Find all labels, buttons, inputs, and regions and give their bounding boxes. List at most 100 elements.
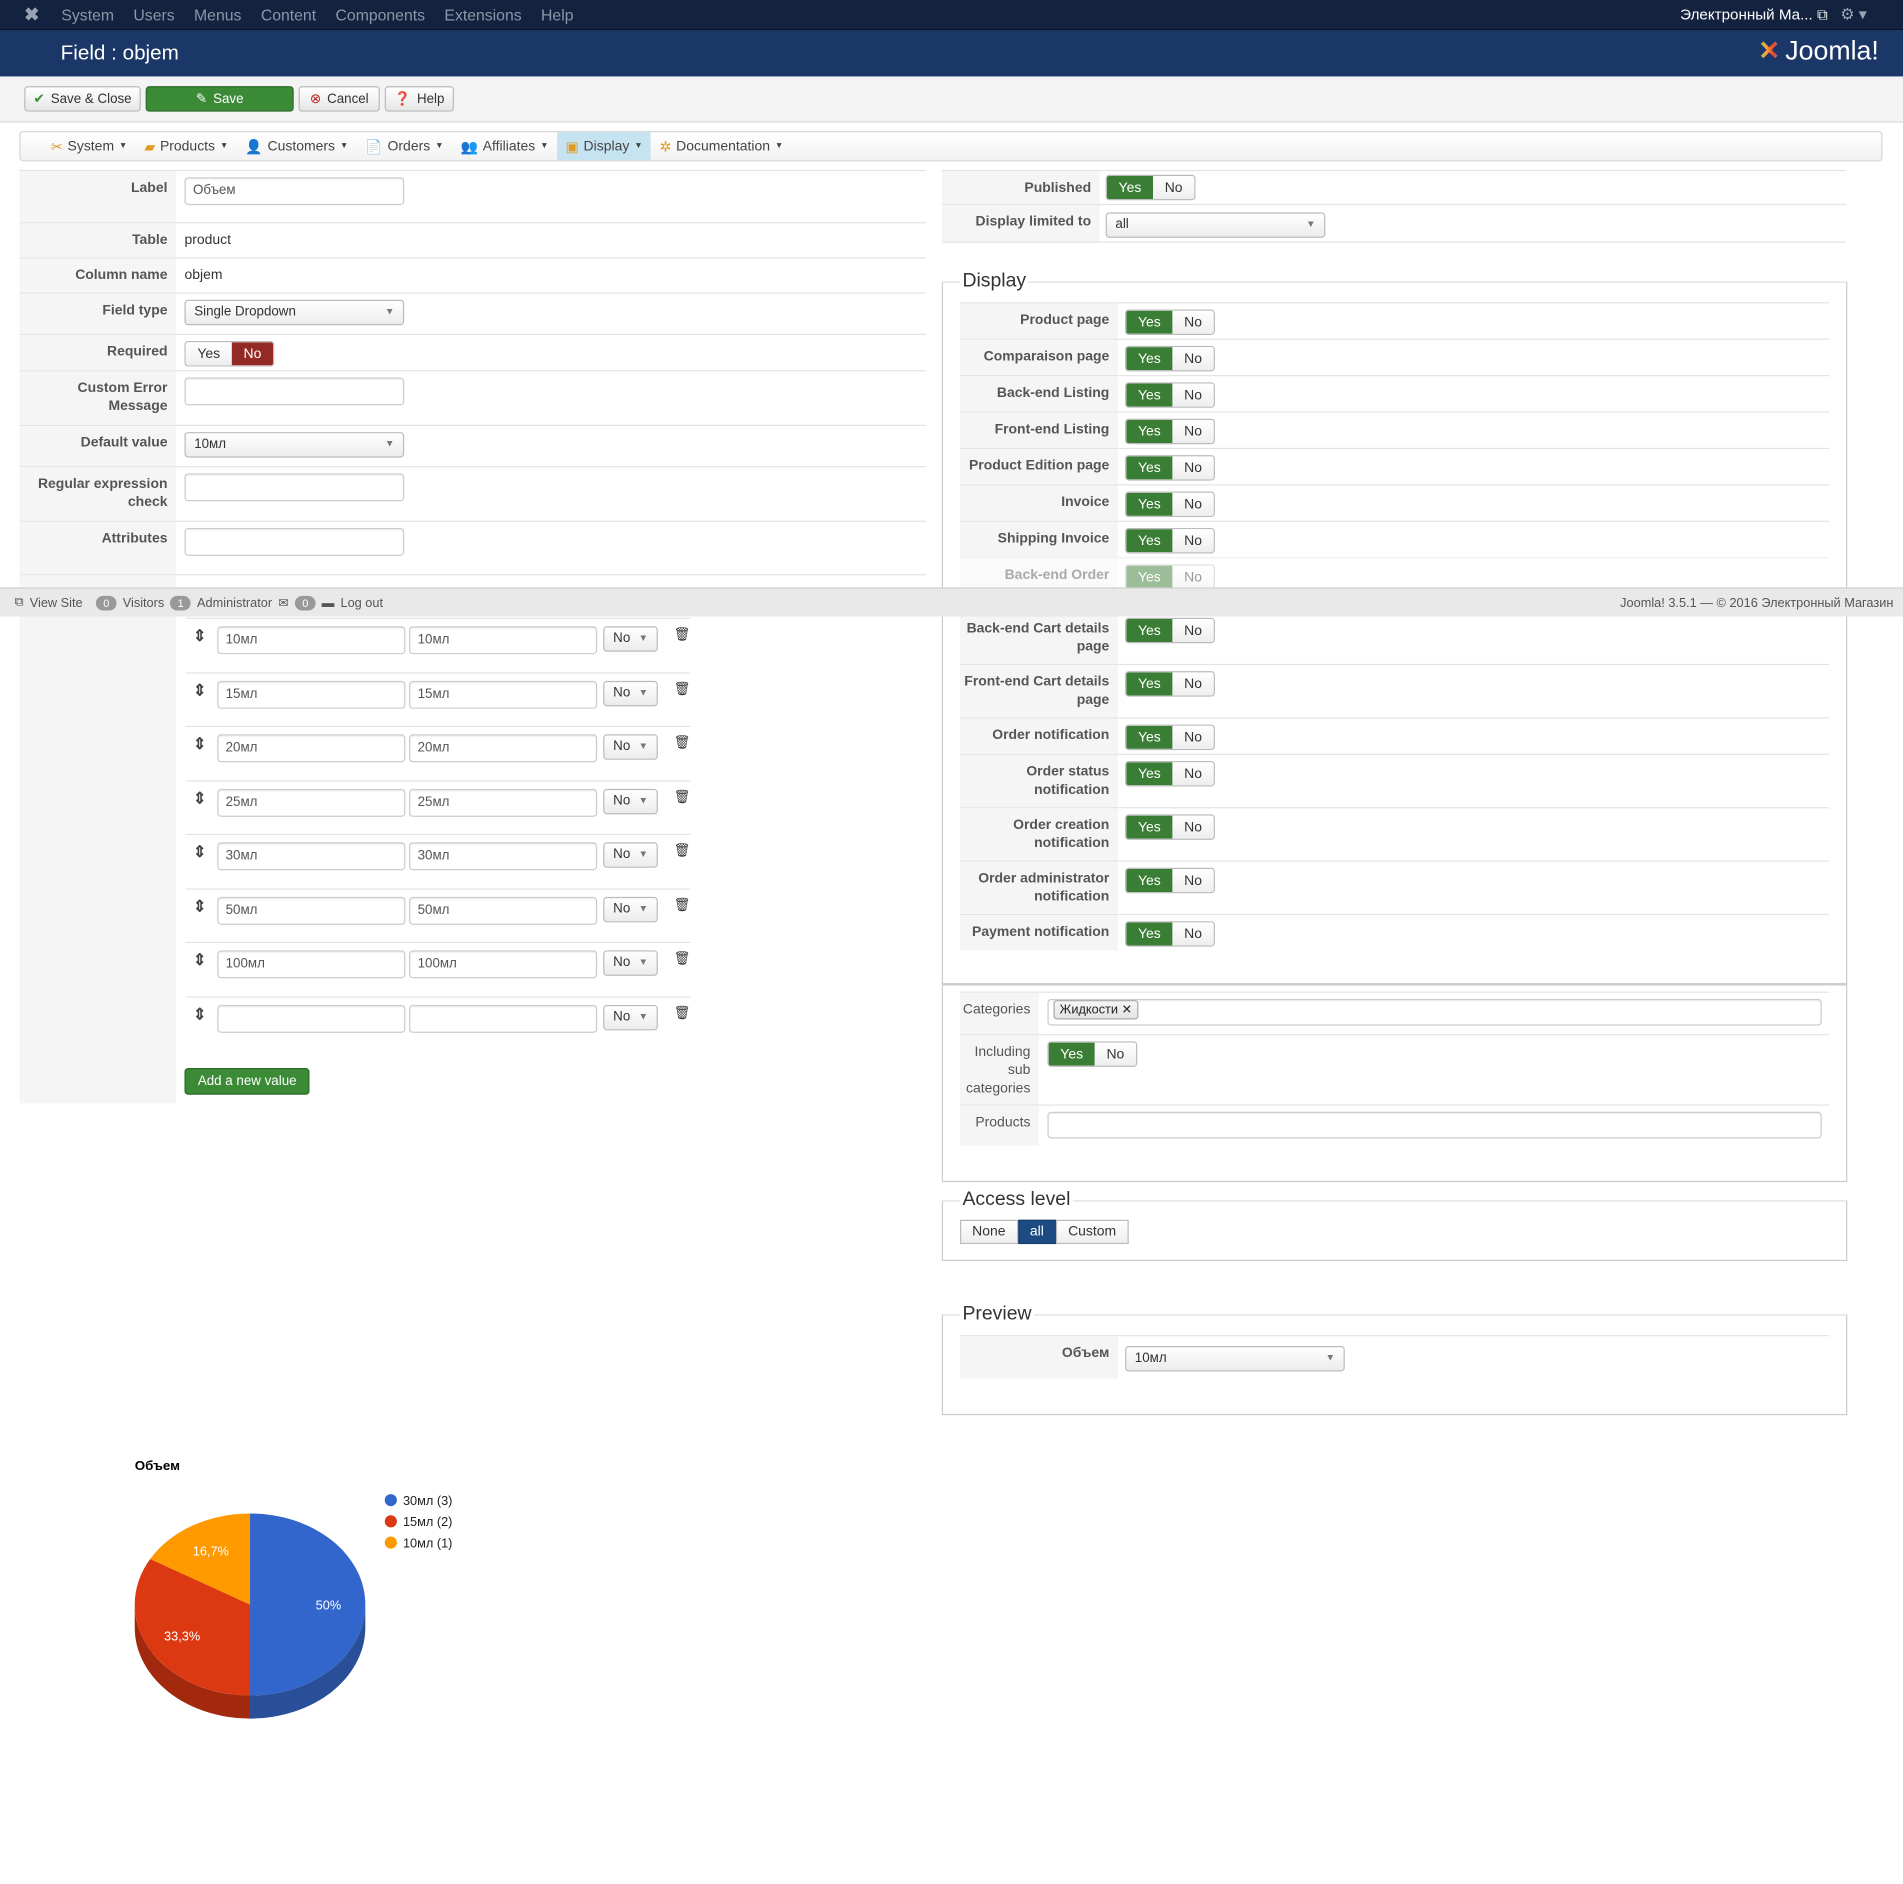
toggle-no[interactable]: No: [1172, 456, 1214, 480]
top-menu-help[interactable]: Help: [541, 5, 573, 23]
display-toggle[interactable]: Yes No: [1125, 760, 1215, 787]
toggle-yes[interactable]: Yes: [1126, 383, 1173, 407]
toggle-no[interactable]: No: [1172, 922, 1214, 946]
disabled-select[interactable]: No ▼: [603, 950, 658, 976]
toggle-yes[interactable]: Yes: [1126, 310, 1173, 334]
view-site-link[interactable]: View Site: [30, 595, 83, 610]
value-input[interactable]: 10мл: [217, 626, 406, 655]
published-no[interactable]: No: [1153, 175, 1195, 200]
title-input[interactable]: 50мл: [409, 896, 598, 925]
limited-select[interactable]: all ▼: [1105, 212, 1326, 238]
site-link[interactable]: Электронный Ма... ⧉: [1680, 6, 1828, 24]
title-input[interactable]: 10мл: [409, 626, 598, 655]
trash-icon[interactable]: 🗑: [674, 734, 691, 751]
categories-input[interactable]: Жидкости ✕: [1047, 998, 1822, 1026]
display-toggle[interactable]: Yes No: [1125, 867, 1215, 894]
save-close-button[interactable]: ✔ Save & Close: [24, 86, 141, 112]
drag-handle-icon[interactable]: ⇕: [193, 626, 214, 645]
trash-icon[interactable]: 🗑: [674, 950, 691, 967]
title-input[interactable]: 25мл: [409, 788, 598, 817]
drag-handle-icon[interactable]: ⇕: [193, 896, 214, 915]
toggle-no[interactable]: No: [1172, 529, 1214, 553]
display-toggle[interactable]: Yes No: [1125, 617, 1215, 644]
required-yes[interactable]: Yes: [185, 342, 232, 366]
drag-handle-icon[interactable]: ⇕: [193, 734, 214, 753]
submenu-affiliates[interactable]: 👥 Affiliates ▼: [452, 132, 557, 160]
toggle-yes[interactable]: Yes: [1126, 618, 1173, 643]
submenu-display[interactable]: ▣ Display ▼: [557, 132, 652, 161]
title-input[interactable]: 15мл: [409, 680, 598, 709]
toggle-no[interactable]: No: [1172, 869, 1214, 893]
drag-handle-icon[interactable]: ⇕: [193, 842, 214, 861]
submenu-orders[interactable]: 📄 Orders ▼: [357, 132, 452, 160]
joomla-icon[interactable]: ✖: [24, 4, 39, 26]
products-input[interactable]: [1047, 1111, 1822, 1139]
display-toggle[interactable]: Yes No: [1125, 724, 1215, 751]
drag-handle-icon[interactable]: ⇕: [193, 680, 214, 699]
top-menu-users[interactable]: Users: [133, 5, 174, 23]
required-toggle[interactable]: Yes No: [184, 341, 275, 367]
help-button[interactable]: ❓ Help: [384, 86, 454, 112]
toggle-yes[interactable]: Yes: [1126, 869, 1173, 893]
toggle-yes[interactable]: Yes: [1126, 725, 1173, 749]
toggle-no[interactable]: No: [1172, 383, 1214, 407]
value-input[interactable]: 100мл: [217, 950, 406, 979]
sub-yes[interactable]: Yes: [1048, 1042, 1095, 1066]
toggle-no[interactable]: No: [1172, 762, 1214, 786]
value-input[interactable]: 15мл: [217, 680, 406, 709]
toggle-yes[interactable]: Yes: [1126, 565, 1173, 589]
title-input[interactable]: 30мл: [409, 842, 598, 871]
disabled-select[interactable]: No ▼: [603, 734, 658, 760]
display-toggle[interactable]: Yes No: [1125, 564, 1215, 590]
value-input[interactable]: [217, 1004, 406, 1033]
field-type-select[interactable]: Single Dropdown ▼: [184, 299, 405, 326]
drag-handle-icon[interactable]: ⇕: [193, 1004, 214, 1023]
toggle-yes[interactable]: Yes: [1126, 529, 1173, 553]
sub-no[interactable]: No: [1094, 1042, 1137, 1066]
disabled-select[interactable]: No ▼: [603, 842, 658, 868]
toggle-yes[interactable]: Yes: [1126, 419, 1173, 444]
cancel-button[interactable]: ⊗ Cancel: [298, 86, 380, 112]
title-input[interactable]: 100мл: [409, 950, 598, 979]
logout-link[interactable]: Log out: [340, 595, 383, 610]
toggle-no[interactable]: No: [1172, 618, 1214, 643]
value-input[interactable]: 20мл: [217, 734, 406, 763]
value-input[interactable]: 50мл: [217, 896, 406, 925]
submenu-customers[interactable]: 👤 Customers ▼: [237, 132, 357, 160]
toggle-yes[interactable]: Yes: [1126, 672, 1173, 696]
disabled-select[interactable]: No ▼: [603, 788, 658, 814]
trash-icon[interactable]: 🗑: [674, 788, 691, 805]
top-menu-components[interactable]: Components: [336, 5, 425, 23]
preview-select[interactable]: 10мл ▼: [1125, 1345, 1345, 1372]
trash-icon[interactable]: 🗑: [674, 1004, 691, 1021]
submenu-products[interactable]: ▰ Products ▼: [136, 132, 237, 160]
add-value-button[interactable]: Add a new value: [184, 1068, 310, 1095]
display-toggle[interactable]: Yes No: [1125, 418, 1215, 445]
toggle-yes[interactable]: Yes: [1126, 815, 1173, 839]
gear-icon[interactable]: ⚙ ▾: [1840, 5, 1866, 24]
toggle-no[interactable]: No: [1172, 492, 1214, 516]
toggle-no[interactable]: No: [1172, 815, 1214, 839]
display-toggle[interactable]: Yes No: [1125, 309, 1215, 335]
trash-icon[interactable]: 🗑: [674, 896, 691, 913]
title-input[interactable]: 20мл: [409, 734, 598, 763]
access-custom[interactable]: Custom: [1055, 1219, 1129, 1245]
display-toggle[interactable]: Yes No: [1125, 921, 1215, 947]
error-input[interactable]: [184, 377, 405, 406]
display-toggle[interactable]: Yes No: [1125, 814, 1215, 840]
save-button[interactable]: ✎ Save: [145, 86, 294, 112]
trash-icon[interactable]: 🗑: [674, 842, 691, 859]
display-toggle[interactable]: Yes No: [1125, 382, 1215, 408]
toggle-yes[interactable]: Yes: [1126, 456, 1173, 480]
disabled-select[interactable]: No ▼: [603, 1004, 658, 1030]
display-toggle[interactable]: Yes No: [1125, 491, 1215, 518]
toggle-no[interactable]: No: [1172, 672, 1214, 696]
toggle-no[interactable]: No: [1172, 725, 1214, 749]
submenu-documentation[interactable]: ✲ Documentation ▼: [651, 132, 792, 160]
title-input[interactable]: [409, 1004, 598, 1033]
top-menu-menus[interactable]: Menus: [194, 5, 241, 23]
top-menu-system[interactable]: System: [61, 5, 114, 23]
published-yes[interactable]: Yes: [1106, 175, 1154, 200]
trash-icon[interactable]: 🗑: [674, 626, 691, 642]
access-none[interactable]: None: [960, 1219, 1018, 1245]
